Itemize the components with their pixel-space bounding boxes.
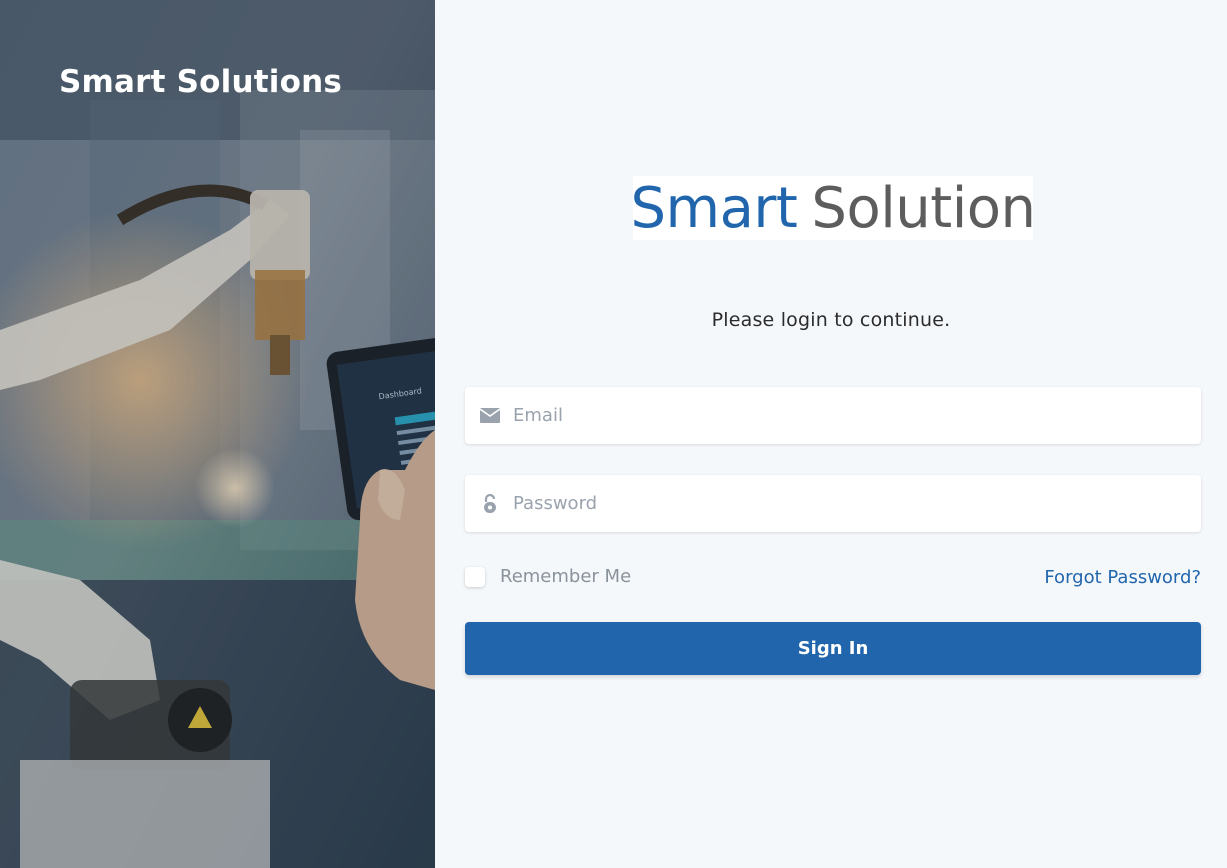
hero-title: Smart Solutions: [59, 64, 343, 100]
sign-in-button[interactable]: Sign In: [465, 622, 1201, 675]
login-subtitle: Please login to continue.: [711, 309, 951, 331]
lock-icon: [465, 493, 513, 514]
checkbox-box[interactable]: [465, 566, 485, 587]
login-panel: Smart Solution Please login to continue.: [435, 0, 1227, 868]
login-page: Dashboard Smart Solutions Smart Solution…: [0, 0, 1227, 868]
password-field[interactable]: [465, 475, 1201, 532]
brand-part2: Solution: [811, 175, 1036, 241]
password-input[interactable]: [513, 475, 1201, 532]
forgot-password-link[interactable]: Forgot Password?: [1044, 567, 1201, 588]
brand-logo: Smart Solution: [630, 175, 1036, 241]
email-input[interactable]: [513, 387, 1201, 444]
remember-me-label: Remember Me: [500, 566, 632, 587]
hero-panel: Dashboard Smart Solutions: [0, 0, 435, 868]
brand-part1: Smart: [630, 175, 798, 241]
envelope-icon: [465, 408, 513, 423]
email-field[interactable]: [465, 387, 1201, 444]
remember-me-checkbox[interactable]: Remember Me: [465, 566, 631, 587]
hero-background-image: Dashboard: [0, 0, 435, 868]
